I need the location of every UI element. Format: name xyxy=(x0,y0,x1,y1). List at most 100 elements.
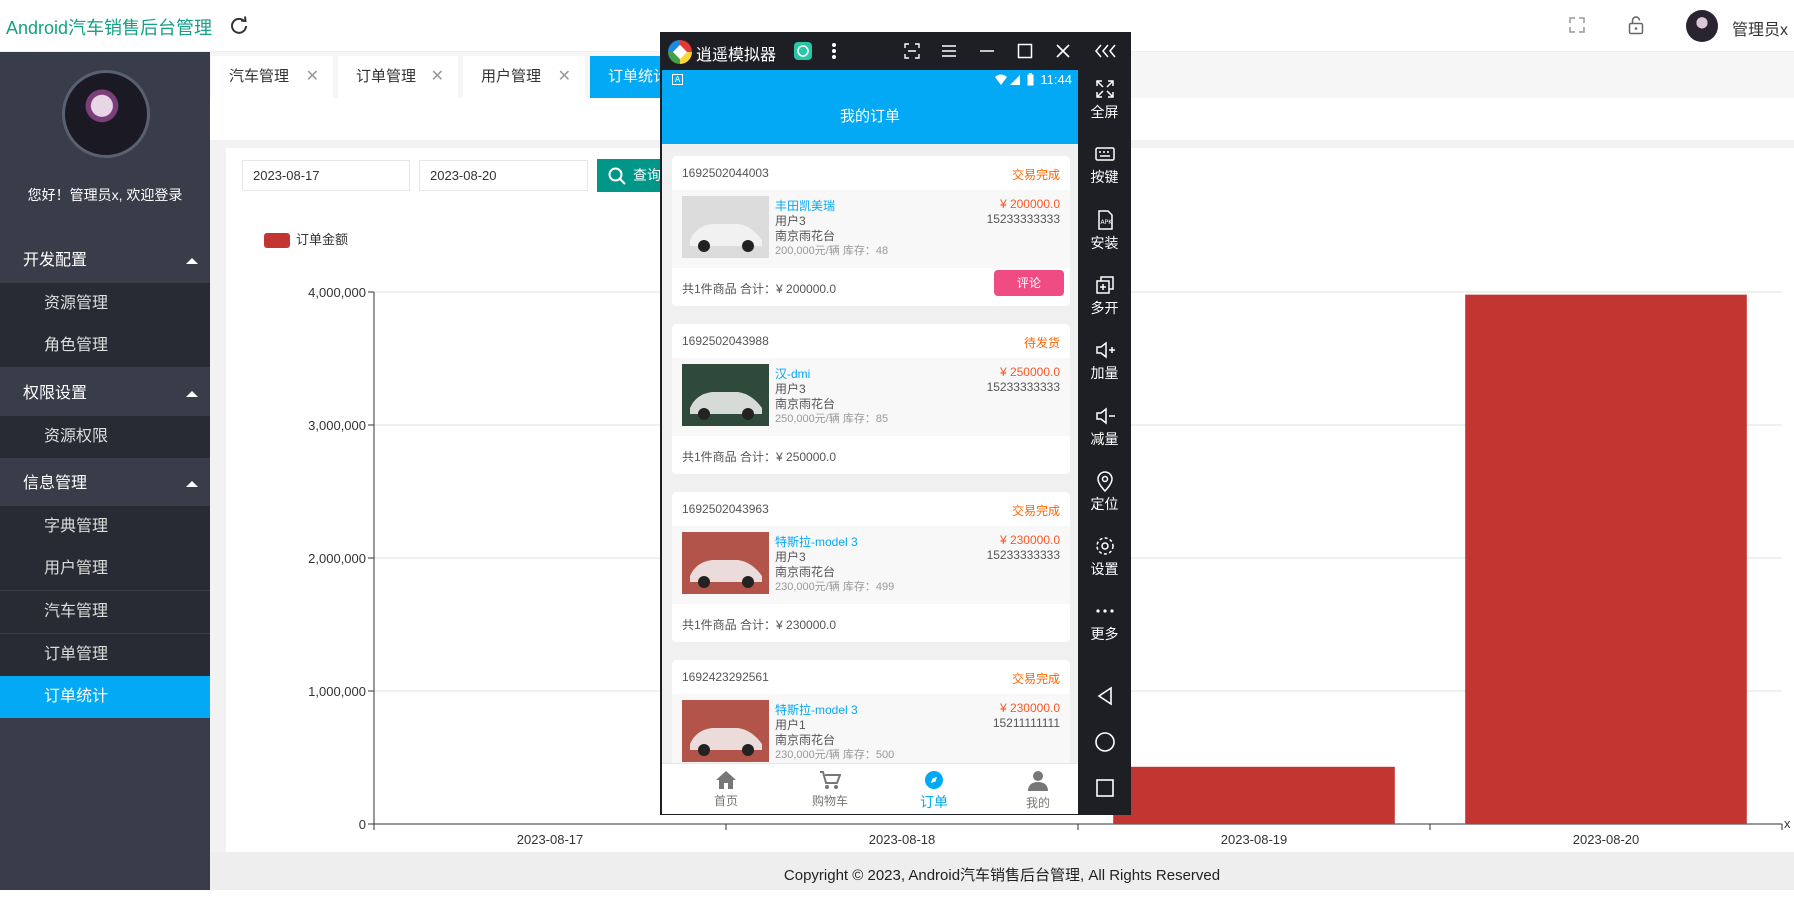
emulator-button-label: 更多 xyxy=(1090,626,1119,643)
order-status: 待发货 xyxy=(1023,336,1060,350)
sidebar-item-order-stats[interactable]: 订单统计 xyxy=(0,676,210,718)
menu-icon[interactable] xyxy=(940,42,958,60)
app-title: Android汽车销售后台管理 xyxy=(6,18,213,38)
bar[interactable] xyxy=(1113,766,1395,824)
bar[interactable] xyxy=(1465,294,1747,824)
minimize-icon[interactable] xyxy=(978,42,996,60)
emulator-button[interactable]: 设置 xyxy=(1078,531,1131,591)
order-goods[interactable]: 特斯拉-model 3 ¥ 230000.0 用户3 15233333333 南京雨花台… xyxy=(672,526,1070,604)
sidebar-item-dictionary[interactable]: 字典管理 xyxy=(0,506,210,548)
sidebar-item-role-management[interactable]: 角色管理 xyxy=(0,325,210,367)
emulator-button-label: 设置 xyxy=(1090,561,1119,578)
user-name[interactable]: 管理员x xyxy=(1732,16,1788,40)
emulator-button-label: 按键 xyxy=(1090,169,1119,186)
collapse-sidebar-icon[interactable] xyxy=(1094,42,1118,60)
android-icon[interactable] xyxy=(794,42,812,60)
nav-orders[interactable]: 订单 xyxy=(894,770,974,812)
query-button[interactable]: 查询 xyxy=(597,159,667,192)
car-image xyxy=(682,196,769,258)
emulator-window: 逍遥模拟器 A 11:44 我的订单 1692502044003 交易完成 丰田… xyxy=(660,32,1131,815)
tab-order-management[interactable]: 订单管理 ✕ xyxy=(338,56,458,98)
home-icon xyxy=(716,771,736,789)
y-tick-label: 0 xyxy=(359,817,366,832)
emulator-button[interactable]: 更多 xyxy=(1078,596,1131,656)
avatar[interactable] xyxy=(1686,10,1718,42)
x-tick-label: 2023-08-20 xyxy=(1573,832,1640,847)
emulator-button[interactable]: 定位 xyxy=(1078,466,1131,526)
order-goods[interactable]: 特斯拉-model 3 ¥ 230000.0 用户1 15211111111 南京雨花台… xyxy=(672,694,1070,772)
close-icon[interactable]: ✕ xyxy=(431,56,444,98)
more-icon xyxy=(1095,609,1114,613)
compass-icon xyxy=(925,771,943,789)
emulator-button[interactable]: 减量 xyxy=(1078,401,1131,461)
emulator-logo-icon xyxy=(668,40,692,64)
emulator-button[interactable]: 加量 xyxy=(1078,335,1131,395)
emulator-button[interactable]: APK 安装 xyxy=(1078,205,1131,265)
emulator-button[interactable]: 多开 xyxy=(1078,270,1131,330)
x-tick-label: 2023-08-18 xyxy=(869,832,936,847)
emulator-title: 逍遥模拟器 xyxy=(696,47,777,64)
car-image xyxy=(682,700,769,762)
order-goods[interactable]: 丰田凯美瑞 ¥ 200000.0 用户3 15233333333 南京雨花台 200,00… xyxy=(672,190,1070,268)
nav-label: 订单 xyxy=(920,794,948,810)
back-icon[interactable] xyxy=(1094,685,1116,707)
nav-cart[interactable]: 购物车 xyxy=(790,770,870,809)
battery-icon xyxy=(1027,73,1034,86)
cart-icon xyxy=(820,771,841,789)
sidebar-item-resource-permissions[interactable]: 资源权限 xyxy=(0,416,210,458)
order-card[interactable]: 1692502043963 交易完成特斯拉-model 3 ¥ 230000.0 用户… xyxy=(672,492,1070,642)
caret-up-icon xyxy=(186,258,198,264)
nav-label: 首页 xyxy=(713,794,738,808)
close-icon[interactable]: ✕ xyxy=(306,56,319,98)
maximize-icon[interactable] xyxy=(1016,42,1034,60)
chart-legend[interactable]: 订单金额 xyxy=(264,232,348,248)
sidebar-group-info-management[interactable]: 信息管理 xyxy=(0,462,210,506)
legend-swatch[interactable] xyxy=(264,233,290,248)
review-button[interactable]: 评论 xyxy=(994,270,1064,296)
screenshot-icon[interactable] xyxy=(903,42,921,60)
close-icon[interactable] xyxy=(1054,42,1072,60)
sidebar-group-dev-config[interactable]: 开发配置 xyxy=(0,239,210,283)
caret-up-icon xyxy=(186,481,198,487)
search-icon xyxy=(608,167,626,185)
sidebar-item-orders[interactable]: 订单管理 xyxy=(0,634,210,676)
emulator-titlebar: 逍遥模拟器 xyxy=(660,32,1131,70)
android-screen: A 11:44 我的订单 1692502044003 交易完成 丰田凯美瑞 ¥ 200… xyxy=(662,70,1078,814)
refresh-icon[interactable] xyxy=(229,15,249,35)
emulator-button-label: 安装 xyxy=(1090,234,1119,251)
welcome-text: 您好！管理员x, 欢迎登录 xyxy=(27,187,183,203)
start-date-input[interactable]: 2023-08-17 xyxy=(242,160,410,191)
order-goods[interactable]: 汉-dmi ¥ 250000.0 用户3 15233333333 南京雨花台 250,00… xyxy=(672,358,1070,436)
sidebar-item-resource-management[interactable]: 资源管理 xyxy=(0,283,210,325)
end-date-input[interactable]: 2023-08-20 xyxy=(419,160,588,191)
vertical-dots-icon[interactable] xyxy=(825,42,843,60)
emulator-button[interactable]: 按键 xyxy=(1078,139,1131,199)
nav-home[interactable]: 首页 xyxy=(686,770,766,809)
order-card[interactable]: 1692502043988 待发货 汉-dmi ¥ 250000.0 用户3 152333… xyxy=(672,324,1070,474)
emulator-button-label: 定位 xyxy=(1090,495,1119,512)
order-number: 1692502043963 xyxy=(682,502,769,516)
bottom-navigation: 首页 购物车 订单 我的 xyxy=(662,763,1078,814)
tab-car-management[interactable]: 汽车管理 ✕ xyxy=(211,56,333,98)
svg-text:APK: APK xyxy=(1100,219,1113,226)
nav-profile[interactable]: 我的 xyxy=(998,770,1078,811)
order-status: 交易完成 xyxy=(1011,504,1060,518)
sidebar-item-cars[interactable]: 汽车管理 xyxy=(0,591,210,633)
tab-label: 订单管理 xyxy=(356,68,417,85)
order-summary: 共1件商品 合计：¥ 200000.0 xyxy=(682,282,837,296)
footer: Copyright © 2023, Android汽车销售后台管理, All R… xyxy=(210,852,1794,890)
tab-user-management[interactable]: 用户管理 ✕ xyxy=(463,56,585,98)
tab-label: 用户管理 xyxy=(481,68,542,85)
volume-down-icon xyxy=(1095,406,1115,425)
order-card[interactable]: 1692502044003 交易完成 丰田凯美瑞 ¥ 200000.0 用户3 15233… xyxy=(672,156,1070,306)
legend-label[interactable]: 订单金额 xyxy=(296,232,348,247)
fullscreen-icon[interactable] xyxy=(1568,16,1586,34)
sidebar-group-permissions[interactable]: 权限设置 xyxy=(0,372,210,416)
recent-apps-icon[interactable] xyxy=(1094,777,1116,799)
lock-icon[interactable] xyxy=(1627,15,1645,35)
emulator-button[interactable]: 全屏 xyxy=(1078,74,1131,134)
sidebar-item-users[interactable]: 用户管理 xyxy=(0,548,210,590)
close-icon[interactable]: ✕ xyxy=(558,56,571,98)
home-circle-icon[interactable] xyxy=(1094,731,1116,753)
y-tick-label: 3,000,000 xyxy=(308,418,366,433)
